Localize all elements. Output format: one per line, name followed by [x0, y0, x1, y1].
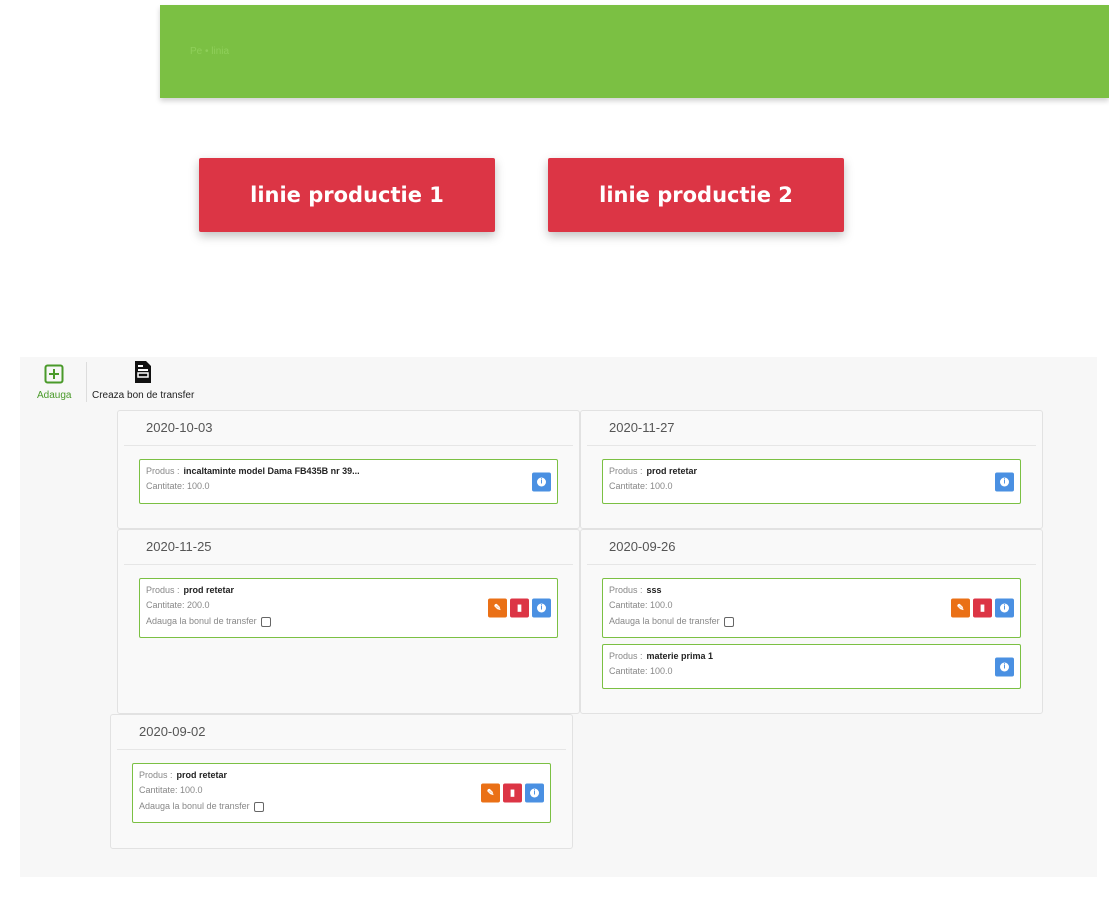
line-1-button[interactable]: linie productie 1 [199, 158, 495, 232]
product-line: Produs : materie prima 1 [609, 651, 713, 661]
info-button[interactable]: i [995, 472, 1014, 491]
order-card: 2020-09-02 Produs : prod retetar Cantitat… [110, 714, 573, 849]
product-item: Produs : prod retetar Cantitate: 100.0 i [602, 459, 1021, 504]
info-icon: i [1000, 662, 1009, 671]
quantity-value: 200.0 [187, 600, 210, 610]
add-button[interactable]: Adauga [37, 364, 71, 401]
card-date: 2020-11-25 [124, 530, 573, 565]
quantity-label: Cantitate: [609, 481, 651, 491]
product-line: Produs : prod retetar [609, 466, 697, 476]
quantity-value: 100.0 [650, 666, 673, 676]
transfer-checkbox-line: Adauga la bonul de transfer [146, 616, 271, 627]
product-name: prod retetar [176, 770, 228, 780]
card-date: 2020-09-02 [117, 715, 566, 750]
edit-button[interactable]: ✎ [481, 783, 500, 803]
info-button[interactable]: i [525, 783, 544, 803]
transfer-checkbox[interactable] [253, 801, 264, 812]
product-line: Produs : incaltaminte model Dama FB435B n… [146, 466, 360, 476]
product-label: Produs : [139, 770, 173, 780]
product-label: Produs : [609, 585, 643, 595]
quantity-line: Cantitate: 100.0 [609, 666, 673, 676]
product-item: Produs : sss Cantitate: 100.0 Adauga la b… [602, 578, 1021, 638]
quantity-value: 100.0 [180, 785, 203, 795]
product-name: incaltaminte model Dama FB435B nr 39... [183, 466, 360, 476]
product-line: Produs : prod retetar [139, 770, 227, 780]
create-transfer-button[interactable]: Creaza bon de transfer [92, 360, 194, 401]
info-button[interactable]: i [532, 472, 551, 491]
quantity-label: Cantitate: [146, 481, 188, 491]
product-label: Produs : [146, 466, 180, 476]
product-line: Produs : prod retetar [146, 585, 234, 595]
add-label: Adauga [37, 390, 72, 401]
transfer-checkbox[interactable] [723, 616, 734, 627]
transfer-checkbox-line: Adauga la bonul de transfer [139, 801, 264, 812]
quantity-line: Cantitate: 100.0 [609, 600, 673, 610]
document-icon [134, 360, 152, 387]
edit-icon: ✎ [493, 602, 502, 613]
info-button[interactable]: i [995, 598, 1014, 618]
quantity-line: Cantitate: 100.0 [609, 481, 673, 491]
product-line: Produs : sss [609, 585, 662, 595]
quantity-label: Cantitate: [146, 600, 188, 610]
plus-square-icon [44, 364, 64, 387]
card-date: 2020-11-27 [587, 411, 1036, 446]
info-button[interactable]: i [995, 657, 1014, 676]
product-label: Produs : [609, 466, 643, 476]
product-name: prod retetar [646, 466, 698, 476]
order-card: 2020-11-25 Produs : prod retetar Cantitat… [117, 529, 580, 714]
quantity-line: Cantitate: 100.0 [139, 785, 203, 795]
top-header-bar: Pe • linia [160, 5, 1109, 98]
trash-icon: ▮ [510, 787, 515, 798]
info-icon: i [1000, 477, 1009, 486]
trash-icon: ▮ [980, 602, 985, 613]
delete-button[interactable]: ▮ [503, 783, 522, 803]
quantity-label: Cantitate: [139, 785, 181, 795]
delete-button[interactable]: ▮ [510, 598, 529, 618]
edit-icon: ✎ [956, 602, 965, 613]
product-name: materie prima 1 [646, 651, 714, 661]
quantity-line: Cantitate: 100.0 [146, 481, 210, 491]
info-icon: i [537, 477, 546, 486]
create-transfer-label: Creaza bon de transfer [92, 390, 195, 401]
trash-icon: ▮ [517, 602, 522, 613]
order-card: 2020-10-03 Produs : incaltaminte model Da… [117, 410, 580, 529]
product-item: Produs : prod retetar Cantitate: 200.0 Ad… [139, 578, 558, 638]
info-button[interactable]: i [532, 598, 551, 618]
edit-button[interactable]: ✎ [951, 598, 970, 618]
edit-button[interactable]: ✎ [488, 598, 507, 618]
transfer-checkbox-line: Adauga la bonul de transfer [609, 616, 734, 627]
info-icon: i [537, 603, 546, 613]
product-item: Produs : prod retetar Cantitate: 100.0 Ad… [132, 763, 551, 823]
transfer-checkbox-label: Adauga la bonul de transfer [139, 801, 250, 811]
product-name: sss [646, 585, 662, 595]
quantity-value: 100.0 [187, 481, 210, 491]
quantity-label: Cantitate: [609, 666, 651, 676]
product-label: Produs : [146, 585, 180, 595]
product-item: Produs : materie prima 1 Cantitate: 100.0… [602, 644, 1021, 689]
quantity-label: Cantitate: [609, 600, 651, 610]
quantity-value: 100.0 [650, 481, 673, 491]
edit-icon: ✎ [486, 787, 495, 798]
delete-button[interactable]: ▮ [973, 598, 992, 618]
transfer-checkbox-label: Adauga la bonul de transfer [609, 616, 720, 626]
transfer-checkbox-label: Adauga la bonul de transfer [146, 616, 257, 626]
info-icon: i [1000, 603, 1009, 613]
breadcrumb: Pe • linia [190, 46, 230, 57]
order-card: 2020-11-27 Produs : prod retetar Cantitat… [580, 410, 1043, 529]
info-icon: i [530, 788, 539, 798]
card-date: 2020-10-03 [124, 411, 573, 446]
quantity-value: 100.0 [650, 600, 673, 610]
product-label: Produs : [609, 651, 643, 661]
line-2-button[interactable]: linie productie 2 [548, 158, 844, 232]
product-name: prod retetar [183, 585, 235, 595]
card-date: 2020-09-26 [587, 530, 1036, 565]
order-card: 2020-09-26 Produs : sss Cantitate: 100.0 … [580, 529, 1043, 714]
quantity-line: Cantitate: 200.0 [146, 600, 210, 610]
toolbar-divider [86, 362, 87, 402]
product-item: Produs : incaltaminte model Dama FB435B n… [139, 459, 558, 504]
transfer-checkbox[interactable] [260, 616, 271, 627]
